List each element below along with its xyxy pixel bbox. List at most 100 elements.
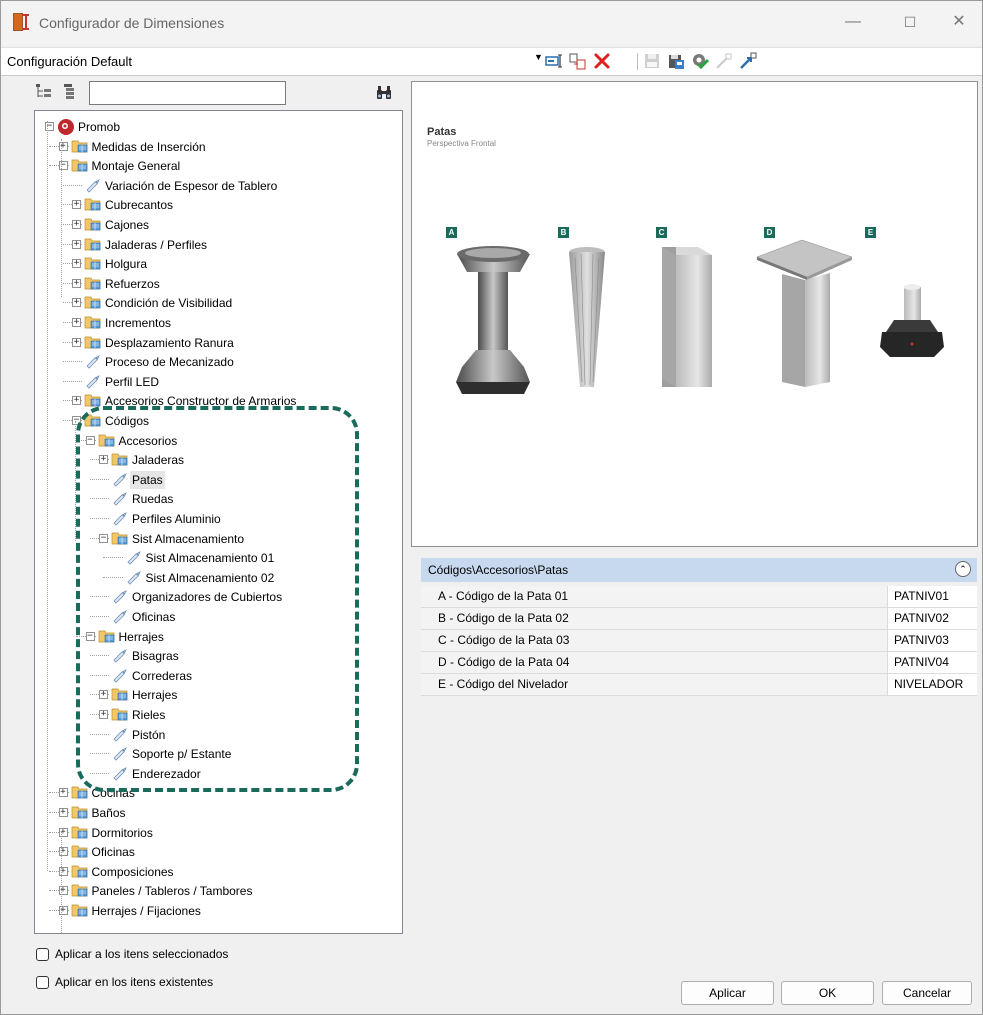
tree-node[interactable]: − Herrajes (35, 627, 395, 647)
expand-icon[interactable]: + (58, 866, 68, 876)
collapse-icon[interactable]: − (58, 161, 68, 171)
expand-icon[interactable]: + (72, 318, 81, 327)
tree-node[interactable]: Soporte p/ Estante (35, 744, 395, 764)
rename-icon[interactable] (544, 51, 564, 71)
tree-node[interactable]: + Herrajes / Fijaciones (35, 901, 395, 921)
property-value-input[interactable]: PATNIV01 (887, 586, 977, 607)
copy-config-icon[interactable] (568, 51, 588, 71)
tree-node[interactable]: + Herrajes (35, 685, 395, 705)
tree-node[interactable]: Sist Almacenamiento 01 (35, 548, 395, 568)
expand-icon[interactable]: + (72, 278, 81, 288)
cancel-button[interactable]: Cancelar (882, 981, 972, 1005)
tree-node[interactable]: + Composiciones (35, 862, 395, 882)
chevron-down-icon[interactable]: ▼ (534, 52, 543, 62)
expand-icon[interactable]: + (72, 239, 81, 249)
expand-icon[interactable]: + (99, 690, 108, 700)
expand-icon[interactable]: + (99, 710, 108, 719)
property-value-input[interactable]: PATNIV03 (887, 630, 977, 651)
tree-node[interactable]: Perfil LED (35, 372, 395, 392)
collapse-icon[interactable]: − (99, 533, 108, 543)
expand-icon[interactable]: + (58, 906, 68, 915)
tree-node[interactable]: − Montaje General (35, 156, 395, 176)
tree-node-label: Variación de Espesor de Tablero (105, 178, 278, 193)
apply-selected-label: Aplicar a los itens seleccionados (55, 947, 229, 961)
tree-node[interactable]: + Condición de Visibilidad (35, 293, 395, 313)
tree-node[interactable]: + Incrementos (35, 313, 395, 333)
folder-icon (111, 530, 129, 546)
property-value-input[interactable]: PATNIV04 (887, 652, 977, 673)
tree-node[interactable]: − Promob (35, 117, 395, 137)
tree-node[interactable]: + Dormitorios (35, 823, 395, 843)
tree-node[interactable]: Pistón (35, 725, 395, 745)
tree-node[interactable]: + Accesorios Constructor de Armarios (35, 391, 395, 411)
expand-icon[interactable]: + (72, 220, 81, 229)
expand-icon[interactable]: + (58, 847, 68, 857)
settings-check-icon[interactable] (690, 51, 710, 71)
tree-view[interactable]: − Promob + Medidas de Inserción − Montaje Gen… (34, 110, 403, 934)
tree-node[interactable]: − Sist Almacenamiento (35, 529, 395, 549)
tree-node[interactable]: + Cubrecantos (35, 195, 395, 215)
tree-node[interactable]: + Jaladeras (35, 450, 395, 470)
collapse-tree-icon[interactable] (35, 83, 53, 101)
save-as-icon[interactable] (666, 51, 686, 71)
tree-node[interactable]: + Oficinas (35, 842, 395, 862)
apply-existing-checkbox[interactable] (36, 976, 49, 989)
tree-node[interactable]: Proceso de Mecanizado (35, 352, 395, 372)
collapse-icon[interactable]: − (85, 435, 95, 445)
apply-button[interactable]: Aplicar (681, 981, 774, 1005)
tree-node[interactable]: + Medidas de Inserción (35, 137, 395, 157)
tree-node[interactable]: + Cocinas (35, 783, 395, 803)
property-group-header[interactable]: Códigos\Accesorios\Patas ⌃ (421, 558, 977, 582)
tree-node[interactable]: − Códigos (35, 411, 395, 431)
expand-icon[interactable]: + (58, 788, 68, 798)
tree-search-input[interactable] (89, 81, 286, 105)
collapse-icon[interactable]: − (85, 631, 95, 641)
expand-icon[interactable]: + (99, 455, 108, 465)
save-icon[interactable] (642, 51, 662, 71)
import-icon[interactable] (714, 51, 734, 71)
tree-node[interactable]: + Desplazamiento Ranura (35, 333, 395, 353)
tree-node[interactable]: + Holgura (35, 254, 395, 274)
tree-node[interactable]: + Baños (35, 803, 395, 823)
tree-node[interactable]: Correderas (35, 666, 395, 686)
expand-icon[interactable]: + (72, 298, 81, 308)
property-value-input[interactable]: NIVELADOR (887, 674, 977, 695)
tree-node[interactable]: Perfiles Aluminio (35, 509, 395, 529)
expand-icon[interactable]: + (72, 396, 81, 406)
property-value-input[interactable]: PATNIV02 (887, 608, 977, 629)
expand-icon[interactable]: + (72, 337, 81, 347)
tree-node[interactable]: Ruedas (35, 489, 395, 509)
ok-button[interactable]: OK (781, 981, 874, 1005)
tree-node[interactable]: Patas (35, 470, 395, 490)
minimize-button[interactable]: — (830, 7, 876, 37)
tree-node[interactable]: + Rieles (35, 705, 395, 725)
apply-selected-checkbox[interactable] (36, 948, 49, 961)
tree-node[interactable]: Organizadores de Cubiertos (35, 587, 395, 607)
close-button[interactable]: ✕ (936, 7, 982, 37)
tree-node[interactable]: Variación de Espesor de Tablero (35, 176, 395, 196)
expand-icon[interactable]: + (72, 259, 81, 269)
tree-node[interactable]: Enderezador (35, 764, 395, 784)
binoculars-icon[interactable] (375, 83, 393, 101)
expand-tree-icon[interactable] (61, 83, 79, 101)
tree-node[interactable]: + Cajones (35, 215, 395, 235)
tree-node[interactable]: Sist Almacenamiento 02 (35, 568, 395, 588)
expand-icon[interactable]: + (58, 827, 68, 837)
expand-icon[interactable]: + (58, 808, 68, 817)
export-icon[interactable] (738, 51, 758, 71)
expand-icon[interactable]: + (58, 141, 68, 151)
expand-icon[interactable]: + (72, 200, 81, 210)
tree-node[interactable]: + Refuerzos (35, 274, 395, 294)
tree-node[interactable]: − Accesorios (35, 431, 395, 451)
maximize-button[interactable]: ☐ (887, 7, 933, 37)
configuration-select[interactable]: Configuración Default (7, 54, 132, 69)
tree-node[interactable]: + Paneles / Tableros / Tambores (35, 881, 395, 901)
tree-node[interactable]: + Jaladeras / Perfiles (35, 235, 395, 255)
tree-node[interactable]: Bisagras (35, 646, 395, 666)
collapse-icon[interactable]: − (72, 416, 81, 425)
tree-connector (89, 478, 109, 480)
expand-icon[interactable]: + (58, 886, 68, 896)
delete-icon[interactable] (592, 51, 612, 71)
collapse-chevron-icon[interactable]: ⌃ (955, 561, 971, 577)
tree-node[interactable]: Oficinas (35, 607, 395, 627)
